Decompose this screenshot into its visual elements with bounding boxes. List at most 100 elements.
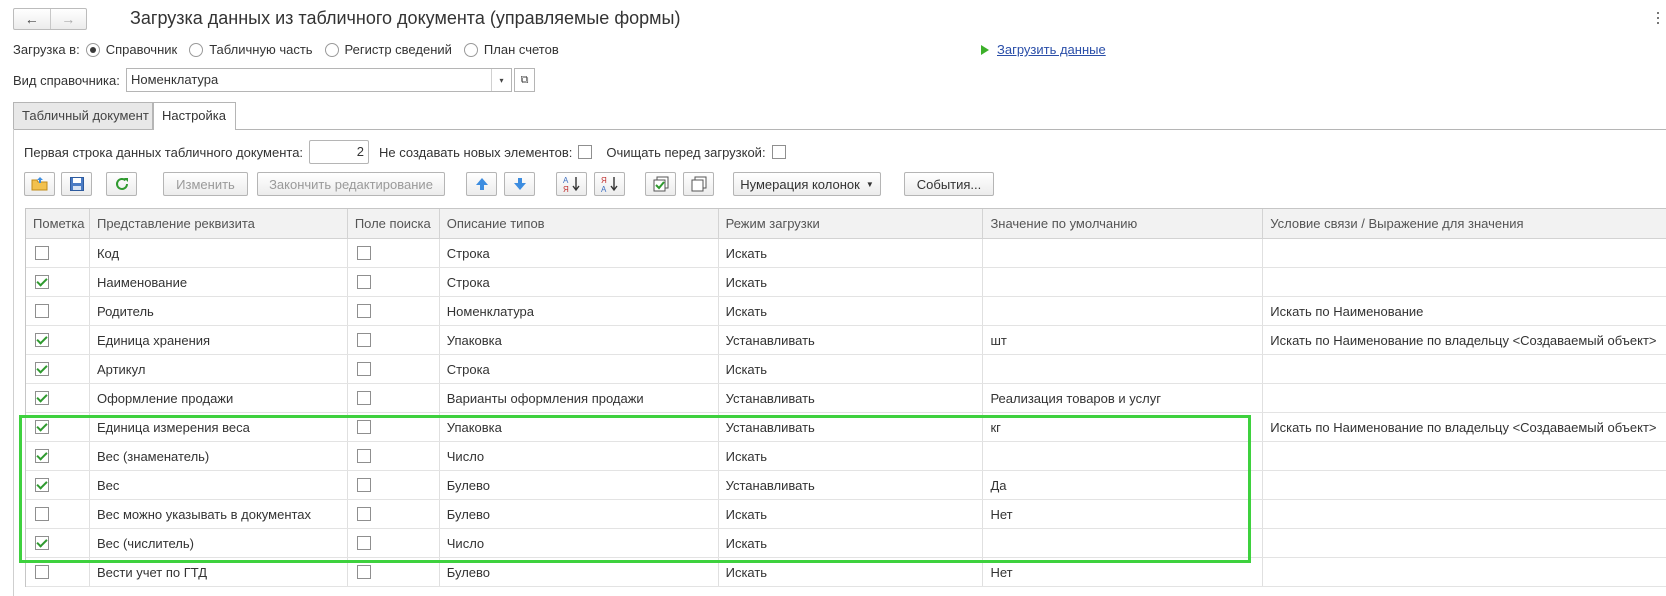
table-row[interactable]: Родитель Номенклатура Искать Искать по Наим…: [26, 297, 1666, 326]
attribute-cell[interactable]: Единица хранения: [90, 326, 348, 354]
table-row[interactable]: Вести учет по ГТД Булево Искать Нет: [26, 558, 1666, 587]
mark-checkbox[interactable]: [35, 565, 49, 579]
radio-catalog[interactable]: Справочник: [85, 42, 177, 57]
radio-icon[interactable]: [189, 42, 204, 57]
events-button[interactable]: События...: [904, 172, 994, 196]
default-value-cell[interactable]: Реализация товаров и услуг: [983, 384, 1264, 412]
default-value-cell[interactable]: [983, 529, 1264, 557]
attribute-cell[interactable]: Артикул: [90, 355, 348, 383]
column-header-types[interactable]: Описание типов: [440, 209, 719, 238]
attribute-cell[interactable]: Вес (числитель): [90, 529, 348, 557]
table-row[interactable]: Вес (знаменатель) Число Искать: [26, 442, 1666, 471]
search-field-cell[interactable]: [348, 558, 440, 586]
mark-cell[interactable]: [26, 297, 90, 325]
table-row[interactable]: Вес (числитель) Число Искать: [26, 529, 1666, 558]
edit-button[interactable]: Изменить: [163, 172, 248, 196]
attribute-cell[interactable]: Родитель: [90, 297, 348, 325]
table-row[interactable]: Единица хранения Упаковка Устанавливать шт И…: [26, 326, 1666, 355]
search-field-cell[interactable]: [348, 529, 440, 557]
uncheck-all-button[interactable]: [683, 172, 714, 196]
default-value-cell[interactable]: Нет: [983, 558, 1264, 586]
more-menu-icon[interactable]: [1657, 12, 1660, 27]
mark-checkbox[interactable]: [35, 304, 49, 318]
load-data-command[interactable]: Загрузить данные: [981, 42, 1106, 57]
default-value-cell[interactable]: [983, 355, 1264, 383]
attribute-cell[interactable]: Единица измерения веса: [90, 413, 348, 441]
search-field-checkbox[interactable]: [356, 333, 371, 347]
mark-cell[interactable]: [26, 268, 90, 296]
load-mode-cell[interactable]: Искать: [719, 442, 984, 470]
default-value-cell[interactable]: [983, 297, 1264, 325]
link-condition-cell[interactable]: [1263, 384, 1666, 412]
link-condition-cell[interactable]: [1263, 558, 1666, 586]
link-condition-cell[interactable]: Искать по Наименование: [1263, 297, 1666, 325]
search-field-cell[interactable]: [348, 413, 440, 441]
attribute-cell[interactable]: Оформление продажи: [90, 384, 348, 412]
mark-cell[interactable]: [26, 355, 90, 383]
default-value-cell[interactable]: Да: [983, 471, 1264, 499]
table-row[interactable]: Оформление продажи Варианты оформления пр…: [26, 384, 1666, 413]
mark-cell[interactable]: [26, 384, 90, 412]
search-field-checkbox[interactable]: [356, 420, 371, 434]
load-mode-cell[interactable]: Устанавливать: [719, 471, 984, 499]
types-cell[interactable]: Булево: [440, 558, 719, 586]
search-field-checkbox[interactable]: [356, 391, 371, 405]
load-mode-cell[interactable]: Устанавливать: [719, 413, 984, 441]
load-mode-cell[interactable]: Искать: [719, 529, 984, 557]
types-cell[interactable]: Упаковка: [440, 326, 719, 354]
mark-cell[interactable]: [26, 558, 90, 586]
column-numbering-button[interactable]: Нумерация колонок ▼: [733, 172, 881, 196]
no-new-elements-checkbox[interactable]: [578, 145, 593, 159]
load-mode-cell[interactable]: Искать: [719, 558, 984, 586]
load-mode-cell[interactable]: Искать: [719, 500, 984, 528]
radio-tabular-section[interactable]: Табличную часть: [189, 42, 313, 57]
search-field-cell[interactable]: [348, 355, 440, 383]
search-field-checkbox[interactable]: [356, 507, 371, 521]
link-condition-cell[interactable]: [1263, 442, 1666, 470]
link-condition-cell[interactable]: Искать по Наименование по владельцу <Соз…: [1263, 326, 1666, 354]
column-header-attribute[interactable]: Представление реквизита: [90, 209, 348, 238]
attribute-cell[interactable]: Вес: [90, 471, 348, 499]
link-condition-cell[interactable]: [1263, 355, 1666, 383]
catalog-kind-value[interactable]: Номенклатура: [127, 69, 491, 91]
tab-settings[interactable]: Настройка: [153, 102, 236, 130]
default-value-cell[interactable]: шт: [983, 326, 1264, 354]
save-button[interactable]: [61, 172, 92, 196]
search-field-checkbox[interactable]: [356, 478, 371, 492]
attribute-cell[interactable]: Код: [90, 239, 348, 267]
types-cell[interactable]: Упаковка: [440, 413, 719, 441]
sort-descending-button[interactable]: ЯА: [594, 172, 625, 196]
attribute-cell[interactable]: Наименование: [90, 268, 348, 296]
types-cell[interactable]: Строка: [440, 355, 719, 383]
types-cell[interactable]: Булево: [440, 500, 719, 528]
load-mode-cell[interactable]: Искать: [719, 268, 984, 296]
move-up-button[interactable]: [466, 172, 497, 196]
search-field-checkbox[interactable]: [356, 449, 371, 463]
search-field-cell[interactable]: [348, 326, 440, 354]
mark-checkbox[interactable]: [35, 420, 49, 434]
load-mode-cell[interactable]: Устанавливать: [719, 384, 984, 412]
attribute-cell[interactable]: Вести учет по ГТД: [90, 558, 348, 586]
catalog-kind-field[interactable]: Номенклатура ▾: [126, 68, 512, 92]
radio-chart-of-accounts[interactable]: План счетов: [463, 42, 559, 57]
link-condition-cell[interactable]: [1263, 239, 1666, 267]
table-row[interactable]: Единица измерения веса Упаковка Устанавлив…: [26, 413, 1666, 442]
link-condition-cell[interactable]: [1263, 471, 1666, 499]
move-down-button[interactable]: [504, 172, 535, 196]
types-cell[interactable]: Булево: [440, 471, 719, 499]
link-condition-cell[interactable]: [1263, 500, 1666, 528]
mark-checkbox[interactable]: [35, 391, 49, 405]
search-field-cell[interactable]: [348, 268, 440, 296]
clear-before-load-checkbox[interactable]: [771, 145, 786, 159]
mark-checkbox[interactable]: [35, 507, 49, 521]
refresh-button[interactable]: [106, 172, 137, 196]
link-condition-cell[interactable]: Искать по Наименование по владельцу <Соз…: [1263, 413, 1666, 441]
chevron-down-icon[interactable]: ▾: [491, 69, 511, 91]
radio-icon[interactable]: [324, 42, 339, 57]
attribute-cell[interactable]: Вес можно указывать в документах: [90, 500, 348, 528]
table-row[interactable]: Вес Булево Устанавливать Да: [26, 471, 1666, 500]
table-row[interactable]: Код Строка Искать: [26, 239, 1666, 268]
radio-selected-icon[interactable]: [85, 42, 100, 57]
column-header-load-mode[interactable]: Режим загрузки: [719, 209, 984, 238]
mark-checkbox[interactable]: [35, 478, 49, 492]
